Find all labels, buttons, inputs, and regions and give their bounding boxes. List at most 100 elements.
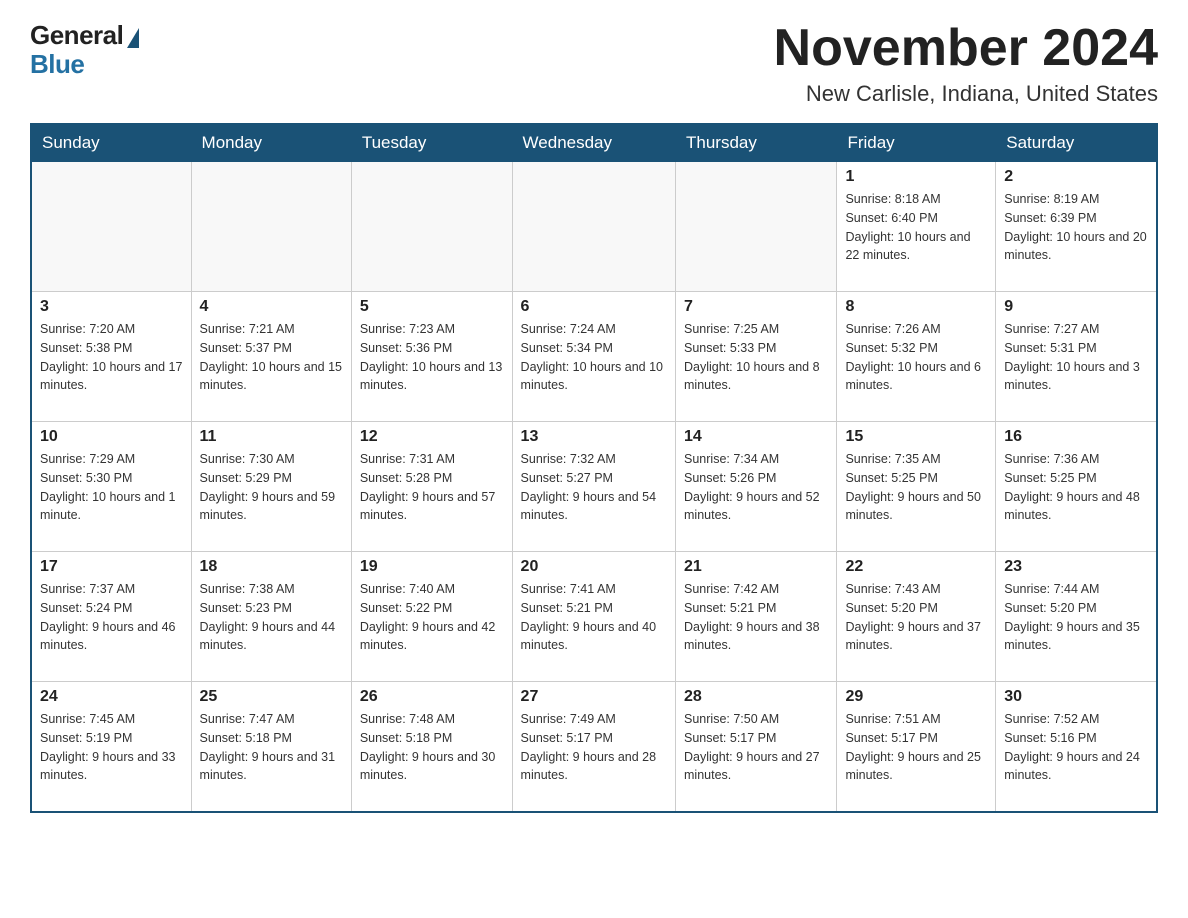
- calendar-cell: 23 Sunrise: 7:44 AMSunset: 5:20 PMDayligh…: [996, 552, 1157, 682]
- calendar-cell: [191, 162, 351, 292]
- logo-triangle-icon: [127, 28, 139, 48]
- calendar-cell: 20Sunrise: 7:41 AMSunset: 5:21 PMDayligh…: [512, 552, 675, 682]
- calendar-cell: [351, 162, 512, 292]
- cell-info: Sunrise: 7:47 AMSunset: 5:18 PMDaylight:…: [200, 710, 343, 785]
- cell-info: Sunrise: 7:35 AMSunset: 5:25 PMDaylight:…: [845, 450, 987, 525]
- logo-blue-text: Blue: [30, 49, 84, 80]
- calendar-cell: 24 Sunrise: 7:45 AMSunset: 5:19 PMDayligh…: [31, 682, 191, 812]
- cell-info: Sunrise: 7:52 AMSunset: 5:16 PMDaylight:…: [1004, 710, 1148, 785]
- cell-info: Sunrise: 7:44 AMSunset: 5:20 PMDaylight:…: [1004, 580, 1148, 655]
- calendar-cell: 18 Sunrise: 7:38 AMSunset: 5:23 PMDayligh…: [191, 552, 351, 682]
- main-title: November 2024: [774, 20, 1158, 77]
- calendar-cell: 11 Sunrise: 7:30 AMSunset: 5:29 PMDayligh…: [191, 422, 351, 552]
- calendar-cell: 26 Sunrise: 7:48 AMSunset: 5:18 PMDayligh…: [351, 682, 512, 812]
- header-row: SundayMondayTuesdayWednesdayThursdayFrid…: [31, 124, 1157, 162]
- calendar-cell: 25 Sunrise: 7:47 AMSunset: 5:18 PMDayligh…: [191, 682, 351, 812]
- day-number: 1: [845, 168, 987, 186]
- day-number: 5: [360, 298, 504, 316]
- calendar-cell: 17 Sunrise: 7:37 AMSunset: 5:24 PMDayligh…: [31, 552, 191, 682]
- day-number: 15: [845, 428, 987, 446]
- week-row-4: 17 Sunrise: 7:37 AMSunset: 5:24 PMDayligh…: [31, 552, 1157, 682]
- day-header-tuesday: Tuesday: [351, 124, 512, 162]
- cell-info: Sunrise: 7:23 AMSunset: 5:36 PMDaylight:…: [360, 320, 504, 395]
- week-row-3: 10 Sunrise: 7:29 AMSunset: 5:30 PMDayligh…: [31, 422, 1157, 552]
- calendar-cell: 13 Sunrise: 7:32 AMSunset: 5:27 PMDayligh…: [512, 422, 675, 552]
- calendar-table: SundayMondayTuesdayWednesdayThursdayFrid…: [30, 123, 1158, 813]
- day-number: 3: [40, 298, 183, 316]
- calendar-cell: 14 Sunrise: 7:34 AMSunset: 5:26 PMDayligh…: [676, 422, 837, 552]
- day-number: 25: [200, 688, 343, 706]
- cell-info: Sunrise: 7:43 AMSunset: 5:20 PMDaylight:…: [845, 580, 987, 655]
- day-number: 24: [40, 688, 183, 706]
- calendar-cell: 1Sunrise: 8:18 AMSunset: 6:40 PMDaylight…: [837, 162, 996, 292]
- calendar-cell: 16Sunrise: 7:36 AMSunset: 5:25 PMDayligh…: [996, 422, 1157, 552]
- calendar-cell: 3 Sunrise: 7:20 AMSunset: 5:38 PMDaylight…: [31, 292, 191, 422]
- day-number: 26: [360, 688, 504, 706]
- cell-info: Sunrise: 7:45 AMSunset: 5:19 PMDaylight:…: [40, 710, 183, 785]
- cell-info: Sunrise: 7:31 AMSunset: 5:28 PMDaylight:…: [360, 450, 504, 525]
- cell-info: Sunrise: 7:38 AMSunset: 5:23 PMDaylight:…: [200, 580, 343, 655]
- cell-info: Sunrise: 7:48 AMSunset: 5:18 PMDaylight:…: [360, 710, 504, 785]
- calendar-cell: 8 Sunrise: 7:26 AMSunset: 5:32 PMDaylight…: [837, 292, 996, 422]
- day-number: 27: [521, 688, 667, 706]
- calendar-cell: 19Sunrise: 7:40 AMSunset: 5:22 PMDayligh…: [351, 552, 512, 682]
- cell-info: Sunrise: 7:26 AMSunset: 5:32 PMDaylight:…: [845, 320, 987, 395]
- day-number: 23: [1004, 558, 1148, 576]
- calendar-cell: [512, 162, 675, 292]
- day-number: 30: [1004, 688, 1148, 706]
- day-number: 7: [684, 298, 828, 316]
- cell-info: Sunrise: 7:49 AMSunset: 5:17 PMDaylight:…: [521, 710, 667, 785]
- cell-info: Sunrise: 7:29 AMSunset: 5:30 PMDaylight:…: [40, 450, 183, 525]
- cell-info: Sunrise: 7:27 AMSunset: 5:31 PMDaylight:…: [1004, 320, 1148, 395]
- header: General Blue November 2024 New Carlisle,…: [30, 20, 1158, 107]
- calendar-cell: [676, 162, 837, 292]
- day-number: 10: [40, 428, 183, 446]
- cell-info: Sunrise: 7:30 AMSunset: 5:29 PMDaylight:…: [200, 450, 343, 525]
- day-header-friday: Friday: [837, 124, 996, 162]
- day-header-thursday: Thursday: [676, 124, 837, 162]
- calendar-cell: 4 Sunrise: 7:21 AMSunset: 5:37 PMDaylight…: [191, 292, 351, 422]
- week-row-2: 3 Sunrise: 7:20 AMSunset: 5:38 PMDaylight…: [31, 292, 1157, 422]
- cell-info: Sunrise: 7:32 AMSunset: 5:27 PMDaylight:…: [521, 450, 667, 525]
- day-number: 8: [845, 298, 987, 316]
- calendar-cell: 22Sunrise: 7:43 AMSunset: 5:20 PMDayligh…: [837, 552, 996, 682]
- cell-info: Sunrise: 7:41 AMSunset: 5:21 PMDaylight:…: [521, 580, 667, 655]
- day-number: 28: [684, 688, 828, 706]
- cell-info: Sunrise: 7:25 AMSunset: 5:33 PMDaylight:…: [684, 320, 828, 395]
- day-number: 18: [200, 558, 343, 576]
- cell-info: Sunrise: 7:50 AMSunset: 5:17 PMDaylight:…: [684, 710, 828, 785]
- cell-info: Sunrise: 7:37 AMSunset: 5:24 PMDaylight:…: [40, 580, 183, 655]
- day-header-saturday: Saturday: [996, 124, 1157, 162]
- day-number: 13: [521, 428, 667, 446]
- calendar-cell: 12Sunrise: 7:31 AMSunset: 5:28 PMDayligh…: [351, 422, 512, 552]
- day-number: 17: [40, 558, 183, 576]
- week-row-5: 24 Sunrise: 7:45 AMSunset: 5:19 PMDayligh…: [31, 682, 1157, 812]
- calendar-cell: 30 Sunrise: 7:52 AMSunset: 5:16 PMDayligh…: [996, 682, 1157, 812]
- cell-info: Sunrise: 7:21 AMSunset: 5:37 PMDaylight:…: [200, 320, 343, 395]
- day-number: 19: [360, 558, 504, 576]
- calendar-cell: [31, 162, 191, 292]
- cell-info: Sunrise: 7:51 AMSunset: 5:17 PMDaylight:…: [845, 710, 987, 785]
- cell-info: Sunrise: 7:34 AMSunset: 5:26 PMDaylight:…: [684, 450, 828, 525]
- calendar-cell: 2Sunrise: 8:19 AMSunset: 6:39 PMDaylight…: [996, 162, 1157, 292]
- calendar-cell: 15 Sunrise: 7:35 AMSunset: 5:25 PMDayligh…: [837, 422, 996, 552]
- logo-general-text: General: [30, 20, 123, 51]
- cell-info: Sunrise: 7:24 AMSunset: 5:34 PMDaylight:…: [521, 320, 667, 395]
- calendar-cell: 21 Sunrise: 7:42 AMSunset: 5:21 PMDayligh…: [676, 552, 837, 682]
- week-row-1: 1Sunrise: 8:18 AMSunset: 6:40 PMDaylight…: [31, 162, 1157, 292]
- calendar-cell: 5 Sunrise: 7:23 AMSunset: 5:36 PMDaylight…: [351, 292, 512, 422]
- day-number: 11: [200, 428, 343, 446]
- cell-info: Sunrise: 7:20 AMSunset: 5:38 PMDaylight:…: [40, 320, 183, 395]
- subtitle: New Carlisle, Indiana, United States: [774, 81, 1158, 107]
- day-number: 14: [684, 428, 828, 446]
- day-header-wednesday: Wednesday: [512, 124, 675, 162]
- cell-info: Sunrise: 7:42 AMSunset: 5:21 PMDaylight:…: [684, 580, 828, 655]
- day-number: 16: [1004, 428, 1148, 446]
- day-number: 21: [684, 558, 828, 576]
- day-header-monday: Monday: [191, 124, 351, 162]
- day-number: 4: [200, 298, 343, 316]
- calendar-cell: 27 Sunrise: 7:49 AMSunset: 5:17 PMDayligh…: [512, 682, 675, 812]
- day-number: 2: [1004, 168, 1148, 186]
- calendar-cell: 29Sunrise: 7:51 AMSunset: 5:17 PMDayligh…: [837, 682, 996, 812]
- calendar-cell: 28 Sunrise: 7:50 AMSunset: 5:17 PMDayligh…: [676, 682, 837, 812]
